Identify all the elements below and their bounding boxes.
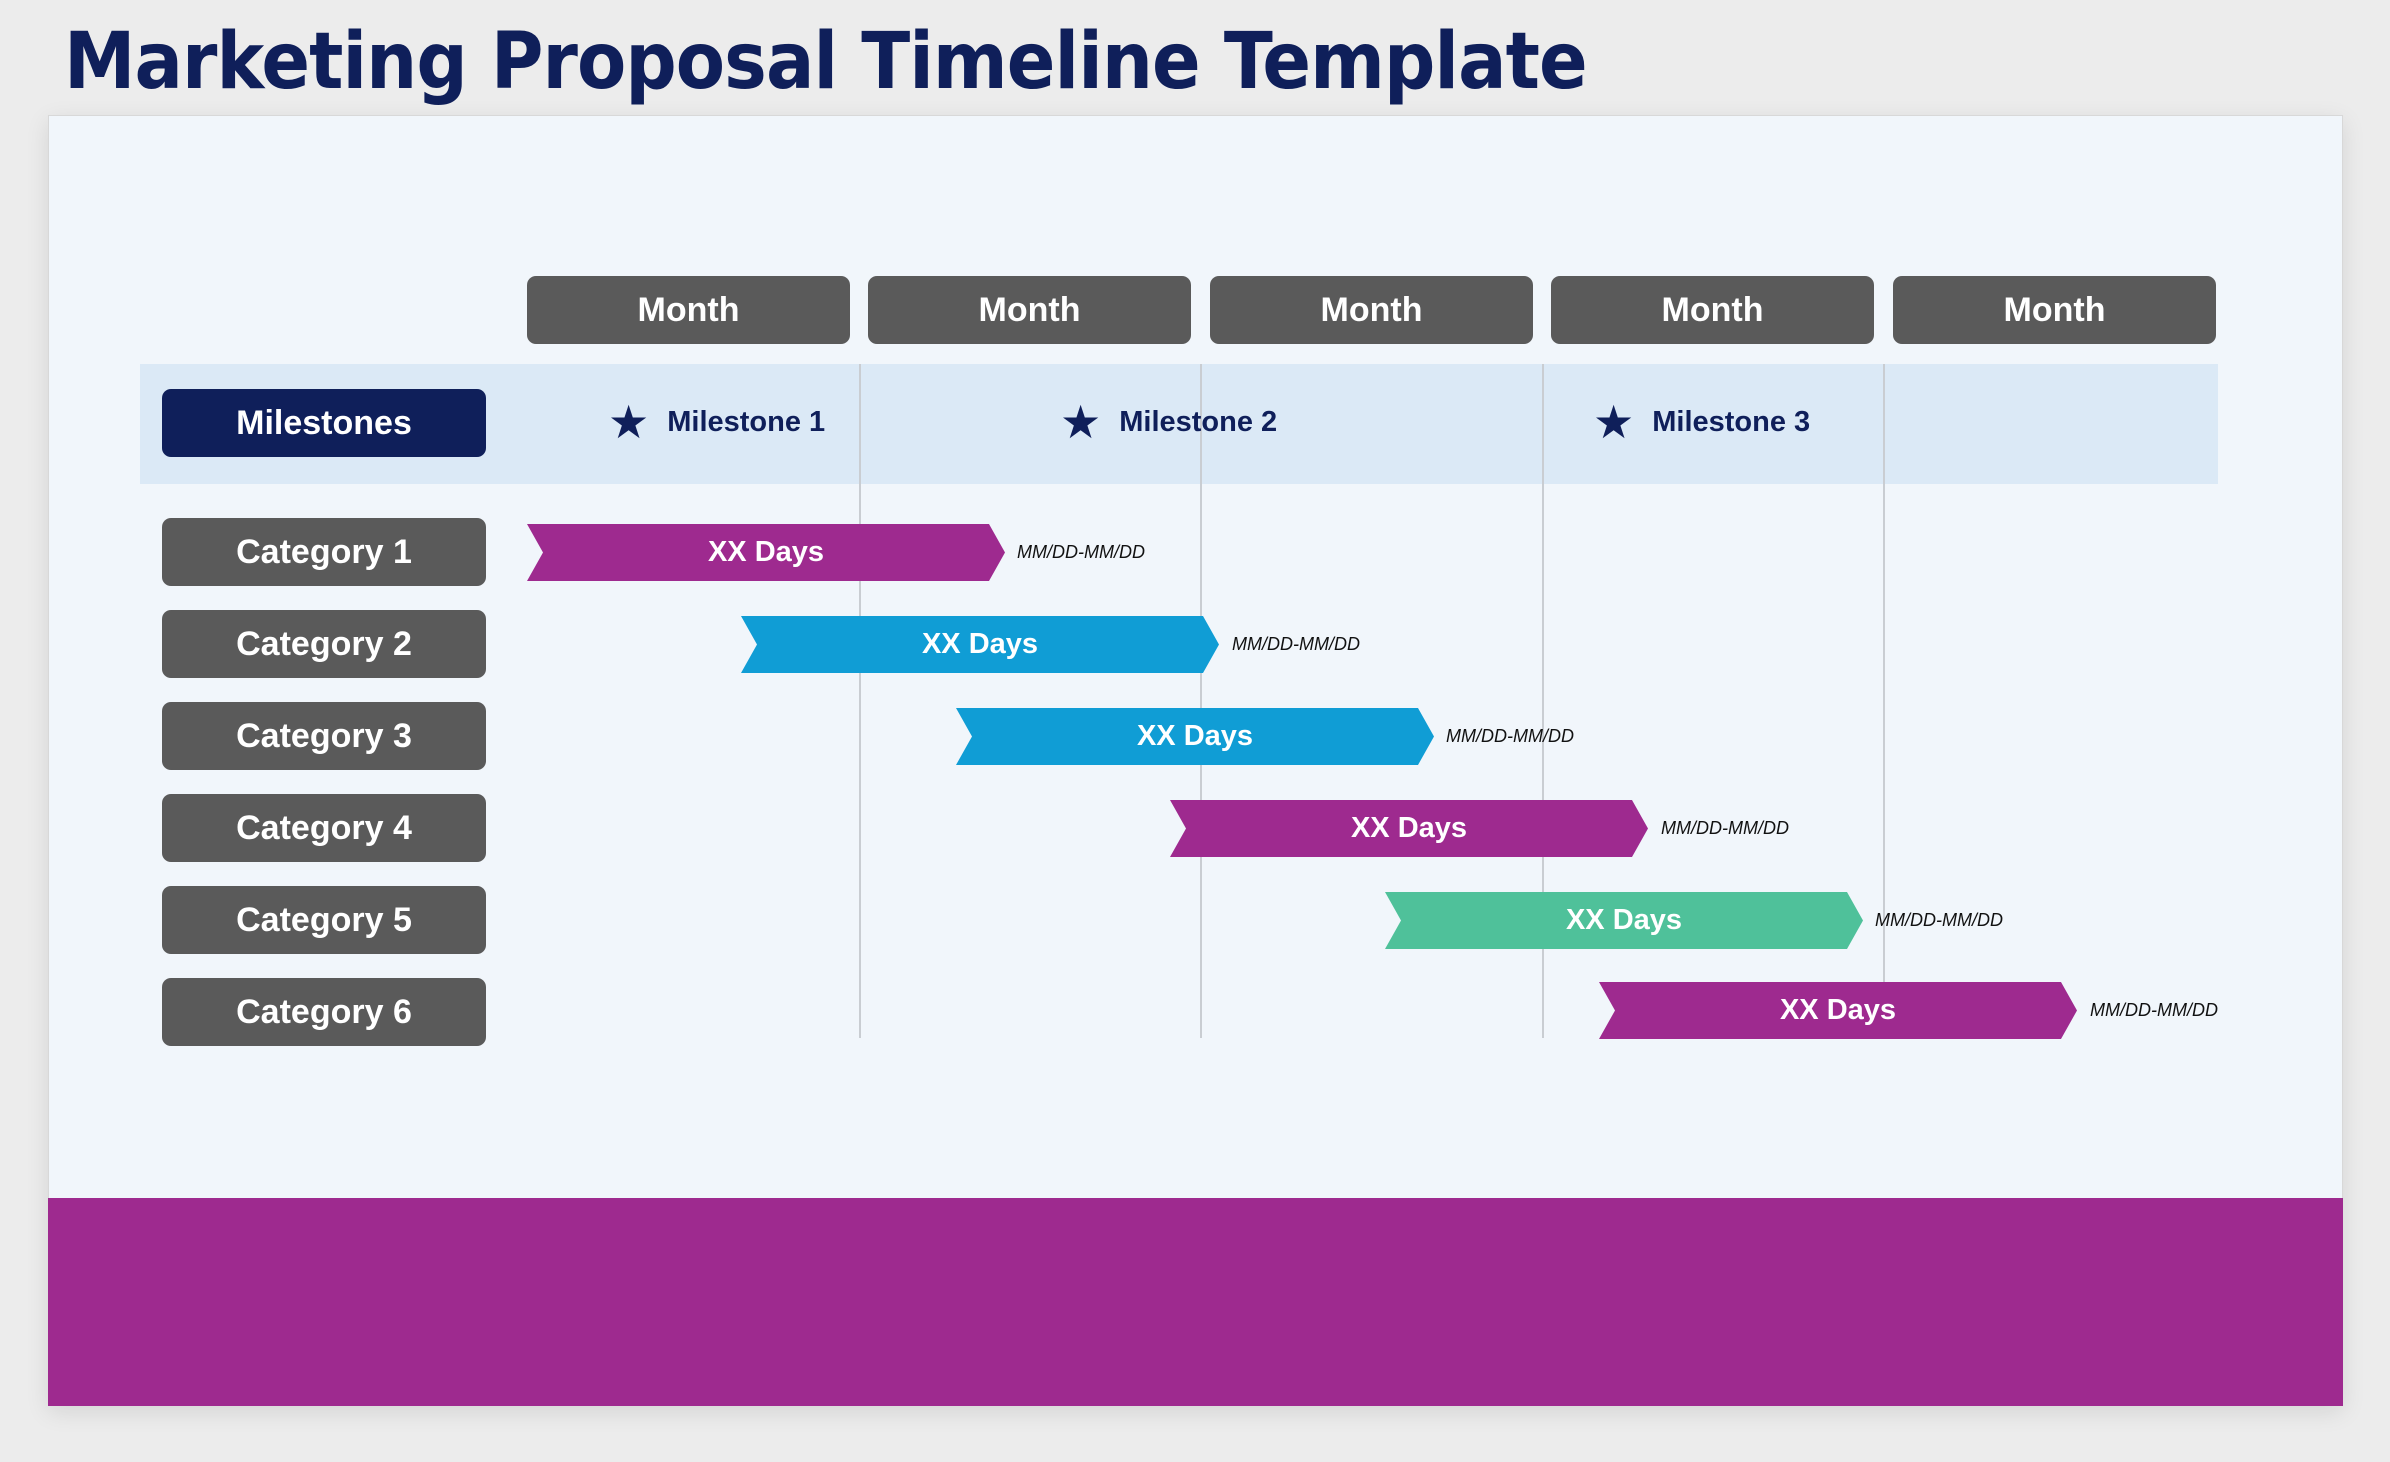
milestone-label: Milestone 2 [1119, 405, 1278, 438]
month-header: Month [1210, 276, 1533, 344]
timeline-bar: XX Days [1170, 800, 1648, 857]
timeline-bar: XX Days [527, 524, 1005, 581]
date-range: MM/DD-MM/DD [1875, 910, 2003, 930]
timeline-bar: XX Days [956, 708, 1434, 765]
date-range: MM/DD-MM/DD [1017, 542, 1145, 562]
month-header: Month [868, 276, 1191, 344]
month-header: Month [1551, 276, 1874, 344]
milestones-label: Milestones [162, 389, 486, 457]
category-label: Category 6 [162, 978, 486, 1046]
month-divider [859, 364, 861, 1038]
footer-band [48, 1198, 2343, 1406]
month-header: Month [1893, 276, 2216, 344]
star-icon: ★ [1593, 396, 1635, 448]
timeline-bar: XX Days [1599, 982, 2077, 1039]
milestone-label: Milestone 3 [1652, 405, 1811, 438]
star-icon: ★ [608, 396, 650, 448]
month-divider [1200, 364, 1202, 1038]
date-range: MM/DD-MM/DD [2090, 1000, 2218, 1020]
month-header: Month [527, 276, 850, 344]
milestone-1: ★ Milestone 1 [608, 394, 825, 450]
category-label: Category 3 [162, 702, 486, 770]
milestone-2: ★ Milestone 2 [1060, 394, 1277, 450]
timeline-bar: XX Days [1385, 892, 1863, 949]
date-range: MM/DD-MM/DD [1232, 634, 1360, 654]
timeline-bar: XX Days [741, 616, 1219, 673]
date-range: MM/DD-MM/DD [1446, 726, 1574, 746]
category-label: Category 4 [162, 794, 486, 862]
milestone-3: ★ Milestone 3 [1593, 394, 1810, 450]
category-label: Category 5 [162, 886, 486, 954]
category-label: Category 2 [162, 610, 486, 678]
milestone-label: Milestone 1 [667, 405, 826, 438]
star-icon: ★ [1060, 396, 1102, 448]
category-label: Category 1 [162, 518, 486, 586]
date-range: MM/DD-MM/DD [1661, 818, 1789, 838]
page-title: Marketing Proposal Timeline Template [64, 17, 1588, 107]
